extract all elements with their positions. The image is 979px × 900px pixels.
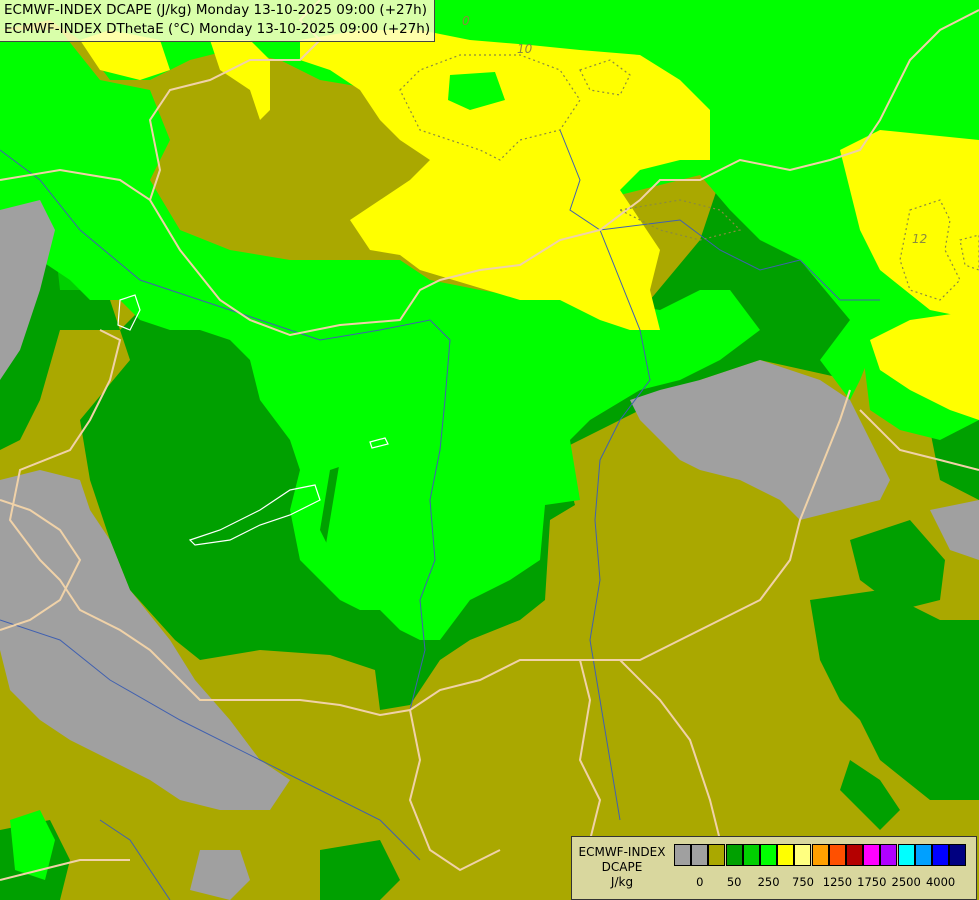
legend-tick-label: 250 <box>757 875 780 889</box>
contour-label-10: 10 <box>517 42 533 56</box>
contour-label-12: 12 <box>912 232 928 246</box>
legend-swatch <box>932 844 949 866</box>
legend-tick-label: 750 <box>792 875 814 889</box>
legend-swatch <box>777 844 795 866</box>
weather-map: 10 12 0 ECMWF-INDEX DCAPE (J/kg) Monday … <box>0 0 979 900</box>
legend: ECMWF-INDEX DCAPE J/kg 0 50 250 750 1250 1750… <box>571 836 977 900</box>
legend-tick-label: 1750 <box>857 875 887 889</box>
legend-swatch <box>794 844 812 866</box>
contour-label-0: 0 <box>462 14 470 28</box>
legend-swatch <box>760 844 777 866</box>
legend-swatch <box>708 844 726 866</box>
legend-title: ECMWF-INDEX DCAPE J/kg <box>576 845 668 890</box>
legend-swatch <box>846 844 863 866</box>
legend-tick-label: 4000 <box>925 875 956 889</box>
legend-swatch <box>811 844 829 866</box>
legend-swatch <box>742 844 760 866</box>
legend-title-line1: ECMWF-INDEX <box>578 845 666 859</box>
legend-swatch <box>897 844 915 866</box>
legend-title-line2: DCAPE <box>601 860 643 874</box>
legend-swatch <box>674 844 691 866</box>
legend-swatch <box>828 844 846 866</box>
title-line-dthetae: ECMWF-INDEX DThetaE (°C) Monday 13-10-20… <box>4 21 431 37</box>
dcape-field <box>0 0 979 900</box>
legend-tick-label: 1250 <box>822 875 853 889</box>
legend-unit: J/kg <box>610 875 634 889</box>
legend-tick-label: 50 <box>726 875 742 889</box>
legend-swatch <box>863 844 881 866</box>
legend-swatch <box>914 844 932 866</box>
map-title-box: ECMWF-INDEX DCAPE (J/kg) Monday 13-10-20… <box>0 0 436 42</box>
title-line-dcape: ECMWF-INDEX DCAPE (J/kg) Monday 13-10-20… <box>4 2 428 18</box>
legend-swatch <box>725 844 743 866</box>
legend-swatch <box>691 844 709 866</box>
legend-tick-label: 0 <box>696 875 704 889</box>
legend-swatch <box>880 844 898 866</box>
legend-tick-label: 2500 <box>891 875 921 889</box>
legend-swatch <box>949 844 967 866</box>
